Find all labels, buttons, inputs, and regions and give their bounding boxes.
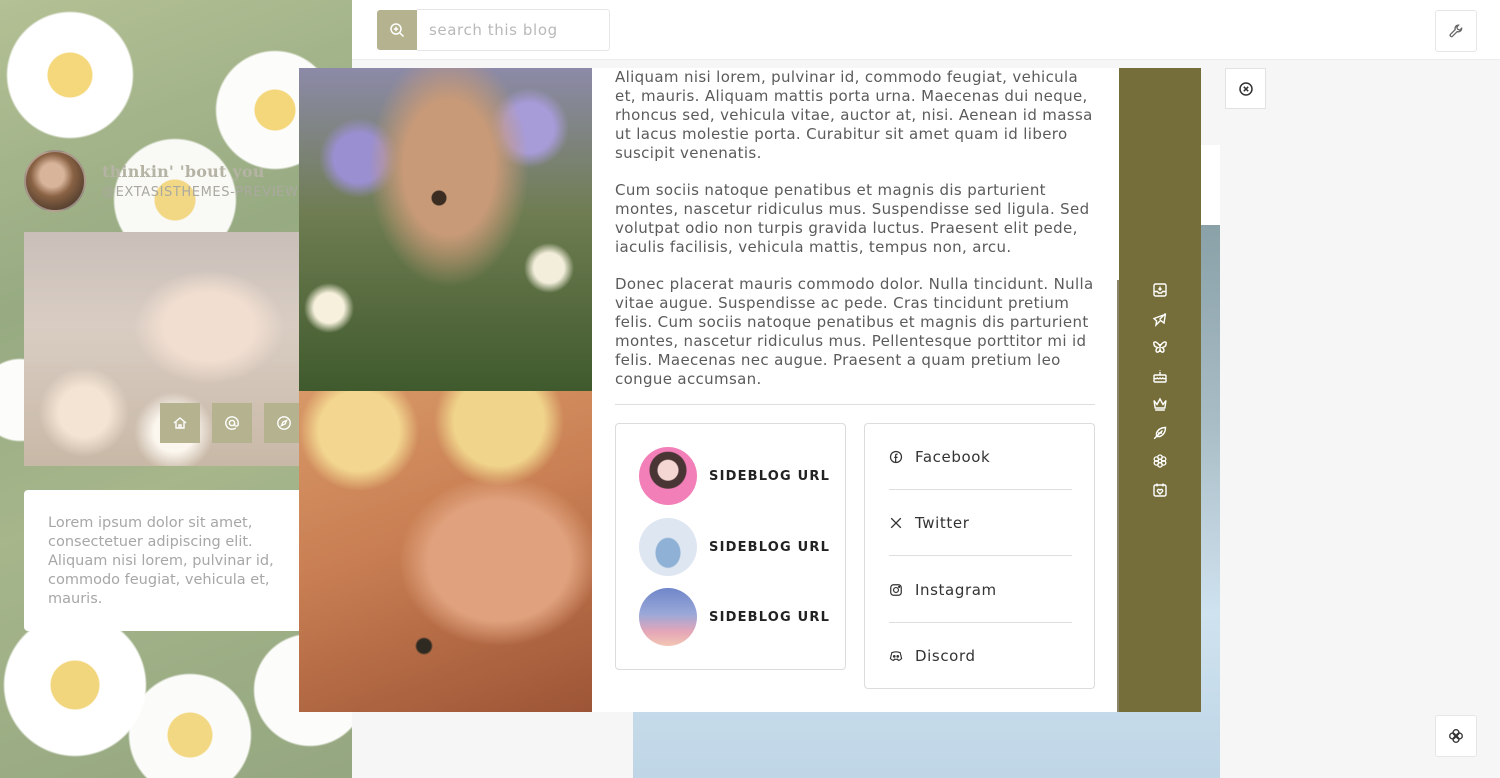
inbox-icon xyxy=(1153,283,1167,297)
popup-paragraph: Aliquam nisi lorem, pulvinar id, commodo… xyxy=(615,68,1093,162)
info-popup: Aliquam nisi lorem, pulvinar id, commodo… xyxy=(299,68,1201,712)
strip-link[interactable] xyxy=(1152,311,1168,327)
strip-link[interactable] xyxy=(1152,482,1168,498)
description-card: Lorem ipsum dolor sit amet, consectetuer… xyxy=(24,490,314,631)
flower-icon xyxy=(1449,729,1463,743)
strip-link[interactable] xyxy=(1152,368,1168,384)
sideblog-avatar xyxy=(639,447,697,505)
cake-icon xyxy=(1153,370,1167,383)
close-popup-button[interactable] xyxy=(1225,68,1266,109)
blog-title[interactable]: thinkin' 'bout you xyxy=(102,162,298,181)
instagram-label: Instagram xyxy=(915,580,997,599)
divider xyxy=(615,404,1095,405)
explore-button[interactable] xyxy=(264,403,304,443)
ask-button[interactable] xyxy=(212,403,252,443)
at-icon xyxy=(225,416,239,430)
home-button[interactable] xyxy=(160,403,200,443)
popup-text: Aliquam nisi lorem, pulvinar id, commodo… xyxy=(615,68,1095,407)
sideblog-label: SIDEBLOG URL xyxy=(709,468,831,484)
twitter-link[interactable]: Twitter xyxy=(889,490,1072,556)
strip-link[interactable] xyxy=(1152,282,1168,298)
popup-icon-strip xyxy=(1117,68,1201,712)
popup-photo-bottom xyxy=(299,391,592,712)
avatar[interactable] xyxy=(24,150,86,212)
sideblog-link[interactable]: SIDEBLOG URL xyxy=(639,518,830,576)
instagram-icon xyxy=(890,583,902,596)
description-text: Lorem ipsum dolor sit amet, consectetuer… xyxy=(48,515,274,607)
strip-link[interactable] xyxy=(1152,339,1168,355)
search-input[interactable] xyxy=(417,9,610,51)
wrench-icon xyxy=(1449,24,1463,38)
x-twitter-icon xyxy=(890,517,902,528)
strip-link[interactable] xyxy=(1152,425,1168,441)
twitter-label: Twitter xyxy=(915,513,970,532)
top-bar xyxy=(352,0,1500,60)
popup-photo-top xyxy=(299,68,592,391)
sideblog-link[interactable]: SIDEBLOG URL xyxy=(639,447,830,505)
social-links-card: Facebook Twitter Instagram Discord xyxy=(864,423,1095,689)
blog-handle[interactable]: @EXTASISTHEMES-PREVIEW xyxy=(102,185,298,200)
discord-link[interactable]: Discord xyxy=(889,623,1072,689)
sideblog-label: SIDEBLOG URL xyxy=(709,539,831,555)
popup-paragraph: Cum sociis natoque penatibus et magnis d… xyxy=(615,181,1090,256)
facebook-link[interactable]: Facebook xyxy=(889,424,1072,490)
theme-credit-button[interactable] xyxy=(1435,715,1477,757)
instagram-link[interactable]: Instagram xyxy=(889,557,1072,623)
home-icon xyxy=(173,417,187,429)
discord-label: Discord xyxy=(915,647,976,665)
sideblog-avatar xyxy=(639,588,697,646)
strip-link[interactable] xyxy=(1152,396,1168,412)
sideblog-avatar xyxy=(639,518,697,576)
compass-icon xyxy=(277,416,291,430)
sideblogs-card: SIDEBLOG URL SIDEBLOG URL SIDEBLOG URL xyxy=(615,423,846,670)
sideblog-label: SIDEBLOG URL xyxy=(709,609,831,625)
discord-icon xyxy=(889,651,903,661)
sideblog-link[interactable]: SIDEBLOG URL xyxy=(639,588,830,646)
feather-icon xyxy=(1153,426,1167,440)
flower-icon xyxy=(1153,454,1167,468)
popup-paragraph: Donec placerat mauris commodo dolor. Nul… xyxy=(615,275,1094,388)
close-circle-icon xyxy=(1238,81,1253,96)
search-button[interactable] xyxy=(377,10,417,50)
strip-link[interactable] xyxy=(1152,453,1168,469)
butterfly-icon xyxy=(1153,341,1167,353)
profile: thinkin' 'bout you @EXTASISTHEMES-PREVIE… xyxy=(24,150,298,212)
calendar-heart-icon xyxy=(1153,483,1167,497)
customize-button[interactable] xyxy=(1435,10,1477,52)
plane-icon xyxy=(1152,313,1167,327)
facebook-label: Facebook xyxy=(915,447,991,466)
zoom-search-icon xyxy=(390,23,405,38)
facebook-icon xyxy=(889,450,903,463)
crown-icon xyxy=(1153,397,1167,411)
